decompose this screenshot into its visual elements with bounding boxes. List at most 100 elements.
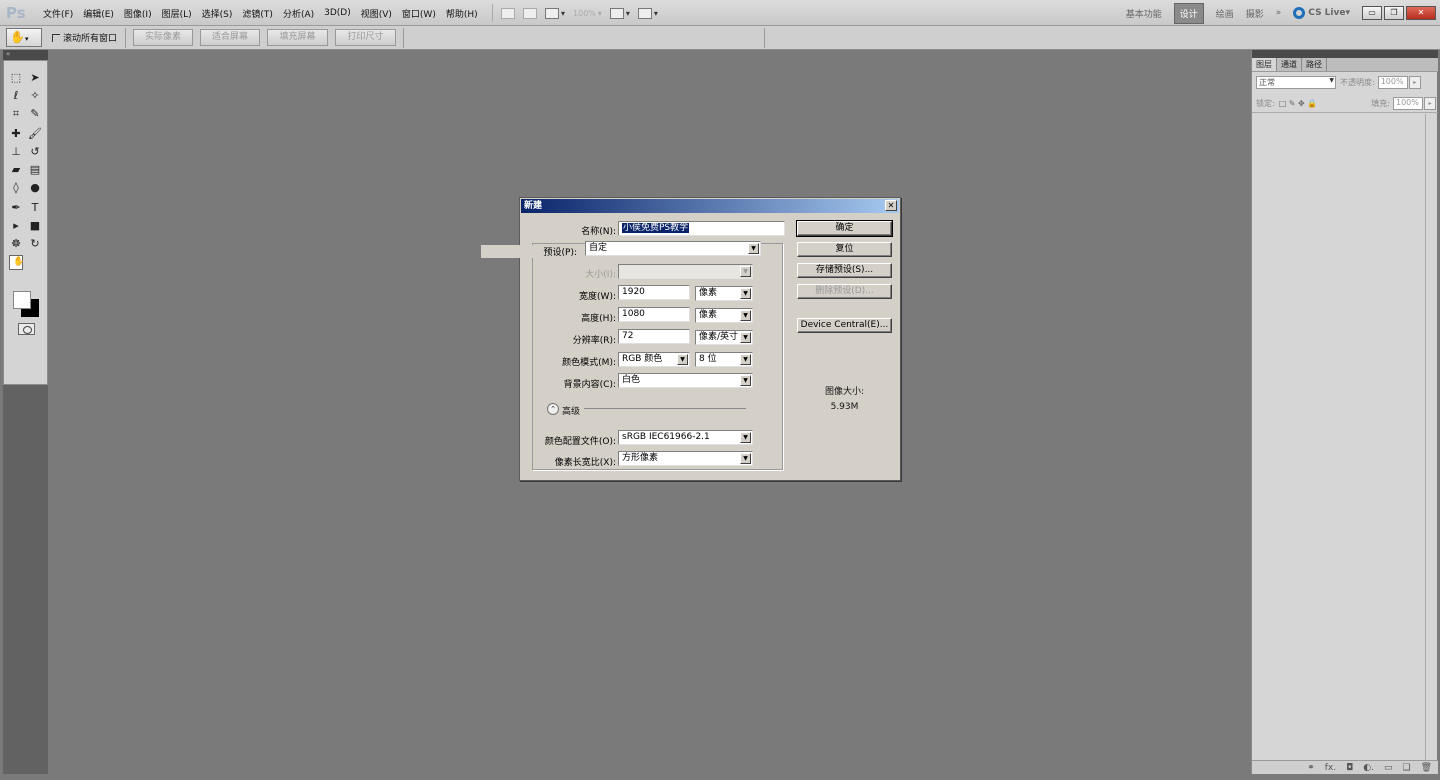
background-contents-select[interactable]: 白色 ▼ xyxy=(618,373,753,388)
new-group-icon[interactable]: ▭ xyxy=(1384,763,1393,773)
dialog-close-button[interactable]: ✕ xyxy=(885,200,897,211)
arrange-documents-button[interactable]: ▾ xyxy=(609,5,630,21)
link-layers-icon[interactable]: ⚭ xyxy=(1307,763,1315,773)
gradient-tool-icon[interactable]: ▤ xyxy=(28,163,42,177)
add-mask-icon[interactable]: ◘ xyxy=(1346,763,1353,773)
brush-tool-icon[interactable]: 🖌 xyxy=(28,127,42,141)
dodge-tool-icon[interactable]: ● xyxy=(28,181,42,195)
save-preset-button[interactable]: 存储预设(S)... xyxy=(797,263,892,278)
fit-screen-button[interactable]: 适合屏幕 xyxy=(200,29,260,46)
menu-select[interactable]: 选择(S) xyxy=(197,7,238,20)
fill-field[interactable]: 100% xyxy=(1393,96,1423,110)
screen-mode-button[interactable]: ▾ xyxy=(637,5,658,21)
type-tool-icon[interactable]: T xyxy=(28,201,42,215)
blend-mode-select[interactable]: 正常 xyxy=(1256,75,1336,89)
tab-layers[interactable]: 图层 xyxy=(1252,58,1277,71)
zoom-level-select[interactable]: 100% ▾ xyxy=(573,5,602,21)
height-input[interactable]: 1080 xyxy=(618,307,690,322)
menu-window[interactable]: 窗口(W) xyxy=(397,7,441,20)
delete-layer-icon[interactable]: 🗑 xyxy=(1421,763,1432,773)
opacity-field[interactable]: 100% xyxy=(1377,75,1408,89)
reset-button[interactable]: 复位 xyxy=(797,242,892,257)
advanced-toggle-icon[interactable]: ⌃ xyxy=(547,403,559,415)
print-size-button[interactable]: 打印尺寸 xyxy=(335,29,396,46)
foreground-color-swatch[interactable] xyxy=(13,291,31,309)
workspace-design[interactable]: 设计 xyxy=(1173,2,1204,24)
menu-view[interactable]: 视图(V) xyxy=(356,7,397,20)
view-extras-button[interactable]: ▾ xyxy=(545,5,565,21)
width-input[interactable]: 1920 xyxy=(618,285,690,300)
marquee-tool-icon[interactable]: ⬚ xyxy=(9,71,23,85)
tab-channels[interactable]: 通道 xyxy=(1277,58,1302,71)
crop-tool-icon[interactable]: ⌗ xyxy=(9,107,23,121)
device-central-button[interactable]: Device Central(E)... xyxy=(797,318,892,333)
history-brush-tool-icon[interactable]: ↺ xyxy=(28,145,42,159)
blur-tool-icon[interactable]: ◊ xyxy=(9,181,23,195)
menu-filter[interactable]: 滤镜(T) xyxy=(237,7,278,20)
quick-mask-icon[interactable] xyxy=(18,323,35,335)
layer-style-icon[interactable]: fx. xyxy=(1325,763,1336,773)
cs-live-button[interactable]: CS Live▾ xyxy=(1293,7,1350,19)
color-profile-select[interactable]: sRGB IEC61966-2.1 ▼ xyxy=(618,430,753,445)
hand-tool-icon[interactable]: ✋ xyxy=(9,255,24,270)
3d-rotate-tool-icon[interactable]: ☸ xyxy=(9,237,23,251)
tool-preset-picker[interactable]: ✋▾ xyxy=(6,28,42,47)
menu-3d[interactable]: 3D(D) xyxy=(319,8,356,18)
move-tool-icon[interactable]: ➤ xyxy=(28,71,42,85)
preset-select[interactable]: 自定 ▼ xyxy=(585,241,761,256)
menu-image[interactable]: 图像(I) xyxy=(119,7,157,20)
tab-paths[interactable]: 路径 xyxy=(1302,58,1327,71)
fill-screen-button[interactable]: 填充屏幕 xyxy=(267,29,328,46)
chevron-down-icon: ▾ xyxy=(653,8,658,18)
adjustment-layer-icon[interactable]: ◐. xyxy=(1363,763,1374,773)
menu-layer[interactable]: 图层(L) xyxy=(157,7,197,20)
eyedropper-tool-icon[interactable]: ✎ xyxy=(28,107,42,121)
resolution-unit-select[interactable]: 像素/英寸 ▼ xyxy=(695,330,753,345)
launch-minibridge-button[interactable] xyxy=(523,5,537,21)
clone-stamp-tool-icon[interactable]: ⊥ xyxy=(9,145,23,159)
path-selection-tool-icon[interactable]: ▸ xyxy=(9,219,23,233)
menu-help[interactable]: 帮助(H) xyxy=(441,7,483,20)
ok-button[interactable]: 确定 xyxy=(796,220,893,237)
width-unit-select[interactable]: 像素 ▼ xyxy=(695,286,753,301)
advanced-label[interactable]: 高级 xyxy=(562,404,580,417)
panel-collapse-strip[interactable] xyxy=(1252,50,1438,58)
layers-panel: 图层 通道 路径 正常 不透明度: 100% ▸ 锁定: □ ✎ ✥ 🔒 填充:… xyxy=(1251,50,1438,774)
color-swatches[interactable] xyxy=(11,289,41,319)
more-workspaces-button[interactable]: » xyxy=(1276,8,1282,18)
opacity-slider-button[interactable]: ▸ xyxy=(1408,75,1421,89)
minimize-button[interactable]: ▭ xyxy=(1362,6,1382,20)
healing-brush-tool-icon[interactable]: ✚ xyxy=(9,127,23,141)
image-size-value: 5.93M xyxy=(830,402,859,412)
resolution-input[interactable]: 72 xyxy=(618,329,690,344)
height-unit-select[interactable]: 像素 ▼ xyxy=(695,308,753,323)
lock-icons[interactable]: □ ✎ ✥ 🔒 xyxy=(1279,99,1318,108)
menu-file[interactable]: 文件(F) xyxy=(38,7,78,20)
layers-scrollbar[interactable] xyxy=(1425,114,1435,764)
workspace-essentials[interactable]: 基本功能 xyxy=(1126,7,1162,20)
scroll-all-windows-checkbox[interactable]: 滚动所有窗口 xyxy=(52,31,117,44)
actual-pixels-button[interactable]: 实际像素 xyxy=(133,29,193,46)
workspace-photography[interactable]: 摄影 xyxy=(1246,7,1264,20)
quick-selection-tool-icon[interactable]: ✧ xyxy=(28,89,42,103)
close-button[interactable]: ✕ xyxy=(1406,6,1436,20)
dialog-titlebar[interactable]: 新建 ✕ xyxy=(521,199,899,213)
restore-button[interactable]: ❐ xyxy=(1384,6,1404,20)
launch-bridge-button[interactable] xyxy=(501,5,515,21)
name-input[interactable]: 小侯免费PS教学 xyxy=(618,221,785,236)
pixel-aspect-select[interactable]: 方形像素 ▼ xyxy=(618,451,753,466)
pen-tool-icon[interactable]: ✒ xyxy=(9,201,23,215)
workspace-painting[interactable]: 绘画 xyxy=(1216,7,1234,20)
fill-slider-button[interactable]: ▸ xyxy=(1424,96,1436,110)
new-layer-icon[interactable]: ❑ xyxy=(1402,763,1410,773)
toolbox-collapse-grip[interactable]: « xyxy=(3,50,48,60)
menu-analysis[interactable]: 分析(A) xyxy=(278,7,319,20)
menu-edit[interactable]: 编辑(E) xyxy=(78,7,119,20)
chevron-down-icon: ▼ xyxy=(740,310,751,321)
lasso-tool-icon[interactable]: ℓ xyxy=(9,89,23,103)
color-mode-select[interactable]: RGB 颜色 ▼ xyxy=(618,352,690,367)
bit-depth-select[interactable]: 8 位 ▼ xyxy=(695,352,753,367)
3d-orbit-tool-icon[interactable]: ↻ xyxy=(28,237,42,251)
shape-tool-icon[interactable]: ■ xyxy=(28,219,42,233)
eraser-tool-icon[interactable]: ▰ xyxy=(9,163,23,177)
